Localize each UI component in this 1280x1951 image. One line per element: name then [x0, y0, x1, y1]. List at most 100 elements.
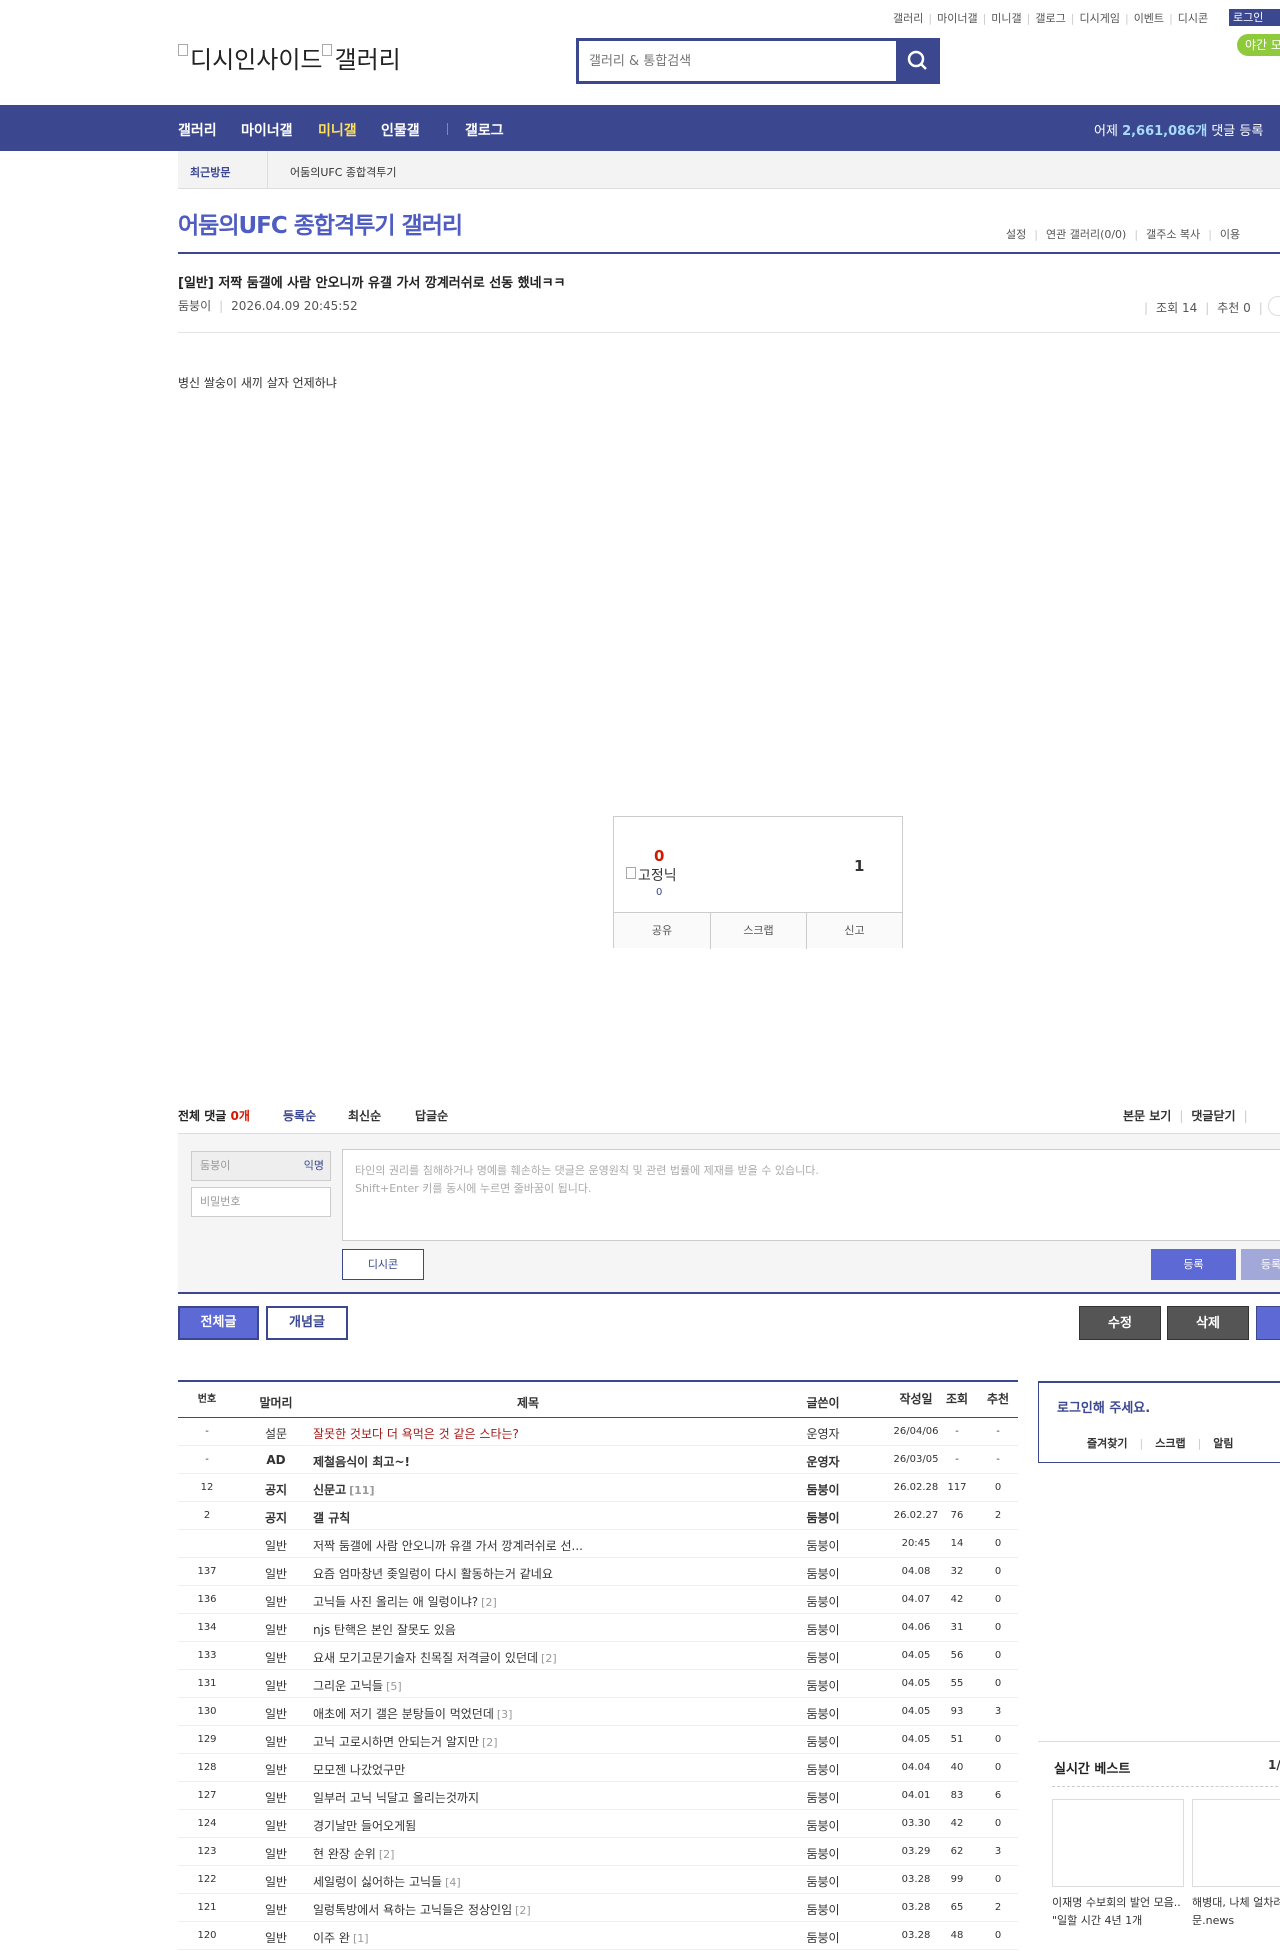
recent-visit-label[interactable]: 최근방문 — [190, 164, 230, 180]
table-row[interactable]: 137 일반 요즘 엄마창년 좆일렁이 다시 활동하는거 같네요 둠붕이 04.08 32… — [178, 1558, 1018, 1586]
table-row[interactable]: 123 일반 현 완장 순위 [2] 둠붕이 03.29 62 3 — [178, 1838, 1018, 1866]
related-gallery-link[interactable]: 연관 갤러리(0/0) — [1046, 228, 1126, 241]
table-row[interactable]: 133 일반 요새 모기고문기술자 친목질 저격글이 있던데 [2] 둠붕이 04.05 5… — [178, 1642, 1018, 1670]
table-row[interactable]: 131 일반 그리운 고닉들 [5] 둠붕이 04.05 55 0 — [178, 1670, 1018, 1698]
post-author[interactable]: 둠붕이 — [178, 299, 211, 313]
nav-mini-gallery[interactable]: 미니갤 — [318, 120, 357, 140]
recommend-down-count[interactable]: 1 — [854, 857, 864, 875]
reply-count[interactable]: [2] — [482, 1736, 498, 1749]
sort-newest[interactable]: 최신순 — [348, 1107, 381, 1124]
login-panel-title[interactable]: 로그인해 주세요. — [1057, 1397, 1150, 1416]
post-title-link[interactable]: 세일렁이 싫어하는 고닉들 [4] — [313, 1873, 461, 1890]
post-title-link[interactable]: 애초에 저기 갤은 분탕들이 먹었던데 [3] — [313, 1705, 512, 1722]
post-title-link[interactable]: 현 완장 순위 [2] — [313, 1845, 394, 1862]
recent-visit-item[interactable]: 어둠의UFC 종합격투기 — [290, 164, 397, 180]
table-row[interactable]: 129 일반 고닉 고로시하면 안되는거 알지만 [2] 둠붕이 04.05 51 0 — [178, 1726, 1018, 1754]
reply-count[interactable]: [2] — [541, 1652, 557, 1665]
table-row[interactable]: 127 일반 일부러 고닉 닉달고 올리는것까지 둠붕이 04.01 83 6 — [178, 1782, 1018, 1810]
table-row[interactable]: 12 공지 신문고 [11] 둠붕이 26.02.28 117 0 — [178, 1474, 1018, 1502]
reply-count[interactable]: [11] — [349, 1484, 374, 1497]
nav-person-gallery[interactable]: 인물갤 — [381, 120, 420, 140]
search-input[interactable] — [579, 41, 895, 81]
comment-submit-reply-button[interactable]: 등록 — [1241, 1249, 1280, 1280]
copy-address-link[interactable]: 갤주소 복사 — [1146, 228, 1200, 241]
table-row[interactable]: 128 일반 모모젠 나갔었구만 둠붕이 04.04 40 0 — [178, 1754, 1018, 1782]
comment-submit-button[interactable]: 등록 — [1151, 1249, 1236, 1280]
login-button[interactable]: 로그인 — [1229, 9, 1280, 26]
close-comments-link[interactable]: 댓글닫기 — [1191, 1109, 1235, 1123]
post-title-link[interactable]: 일렁톡방에서 욕하는 고닉들은 정상인임 [2] — [313, 1901, 531, 1918]
dccon-button[interactable]: 디시콘 — [342, 1249, 424, 1280]
all-posts-button[interactable]: 전체글 — [178, 1306, 259, 1340]
post-title-link[interactable]: 일부러 고닉 닉달고 올리는것까지 — [313, 1789, 479, 1806]
post-title-link[interactable]: 갤 규칙 — [313, 1509, 350, 1526]
table-row[interactable]: 136 일반 고닉들 사진 올리는 애 일렁이냐? [2] 둠붕이 04.07 42 0 — [178, 1586, 1018, 1614]
write-button[interactable] — [1256, 1306, 1280, 1340]
top-link-gallog[interactable]: 갤로그 — [1035, 12, 1065, 25]
nav-gallog[interactable]: 갤로그 — [465, 120, 504, 140]
reply-count[interactable]: [2] — [515, 1904, 531, 1917]
best-thumbnail[interactable] — [1192, 1799, 1280, 1887]
scrap-link[interactable]: 스크랩 — [1155, 1437, 1185, 1450]
recommend-up-count[interactable]: 0 — [654, 847, 664, 865]
reply-count[interactable]: [1] — [353, 1932, 369, 1945]
usage-link[interactable]: 이용 — [1220, 228, 1240, 241]
notification-link[interactable]: 알림 — [1213, 1437, 1233, 1450]
post-title-link[interactable]: 그리운 고닉들 [5] — [313, 1677, 402, 1694]
favorites-link[interactable]: 즐겨찾기 — [1087, 1437, 1127, 1450]
post-title-link[interactable]: 요새 모기고문기술자 친목질 저격글이 있던데 [2] — [313, 1649, 557, 1666]
table-row[interactable]: 134 일반 njs 탄핵은 본인 잘못도 있음 둠붕이 04.06 31 0 — [178, 1614, 1018, 1642]
post-title-link[interactable]: 이주 완 [1] — [313, 1929, 369, 1946]
table-row[interactable]: - AD 제철음식이 최고~! 운영자 26/03/05- - — [178, 1446, 1018, 1474]
post-title-link[interactable]: 제철음식이 최고~! — [313, 1453, 410, 1470]
post-title-link[interactable]: 고닉 고로시하면 안되는거 알지만 [2] — [313, 1733, 498, 1750]
top-link-event[interactable]: 이벤트 — [1134, 12, 1164, 25]
table-row[interactable]: 121 일반 일렁톡방에서 욕하는 고닉들은 정상인임 [2] 둠붕이 03.28 65 2 — [178, 1894, 1018, 1922]
comment-password-field[interactable]: 비밀번호 — [191, 1187, 331, 1217]
table-row[interactable]: 122 일반 세일렁이 싫어하는 고닉들 [4] 둠붕이 03.28 99 0 — [178, 1866, 1018, 1894]
reply-count[interactable]: [2] — [481, 1596, 497, 1609]
top-link-gallery[interactable]: 갤러리 — [893, 12, 923, 25]
night-mode-button[interactable]: 야간 모드 — [1237, 34, 1280, 56]
reply-count[interactable]: [4] — [445, 1876, 461, 1889]
gallery-title[interactable]: 어둠의UFC 종합격투기 갤러리 — [178, 206, 463, 240]
table-row[interactable]: 124 일반 경기날만 들어오게됨 둠붕이 03.30 42 0 — [178, 1810, 1018, 1838]
site-logo[interactable]: 디시인사이드 갤러리 — [178, 40, 401, 75]
best-thumbnail[interactable] — [1052, 1799, 1184, 1887]
share-button[interactable]: 공유 — [614, 913, 710, 949]
view-body-link[interactable]: 본문 보기 — [1123, 1109, 1171, 1123]
reply-count[interactable]: [5] — [386, 1680, 402, 1693]
top-link-dcgame[interactable]: 디시게임 — [1079, 12, 1119, 25]
post-title-link[interactable]: 잘못한 것보다 더 욕먹은 것 같은 스타는? — [313, 1425, 519, 1442]
table-row[interactable]: 120 일반 이주 완 [1] 둠붕이 03.28 48 0 — [178, 1922, 1018, 1950]
top-link-mini[interactable]: 미니갤 — [991, 12, 1021, 25]
table-row[interactable]: - 설문 잘못한 것보다 더 욕먹은 것 같은 스타는? 운영자 26/04/06- - — [178, 1418, 1018, 1446]
scrap-button[interactable]: 스크랩 — [710, 913, 806, 949]
table-row[interactable]: 2 공지 갤 규칙 둠붕이 26.02.27 76 2 — [178, 1502, 1018, 1530]
sort-replies[interactable]: 답글순 — [415, 1107, 448, 1124]
top-link-dccon[interactable]: 디시콘 — [1178, 12, 1208, 25]
comment-name-field[interactable]: 둠붕이 익명 — [191, 1151, 331, 1181]
best-caption[interactable]: 이재명 수보회의 발언 모음.. "일할 시간 4년 1개 — [1052, 1894, 1184, 1930]
delete-button[interactable]: 삭제 — [1167, 1306, 1249, 1340]
post-title-link[interactable]: 저짝 둠갤에 사람 안오니까 유갤 가서 깡계러쉬로 선... — [313, 1537, 583, 1554]
comment-textarea[interactable]: 타인의 권리를 침해하거나 명예를 훼손하는 댓글은 운영원칙 및 관련 법률에… — [342, 1149, 1280, 1241]
search-button[interactable] — [896, 38, 940, 84]
report-button[interactable]: 신고 — [806, 913, 902, 949]
edit-button[interactable]: 수정 — [1079, 1306, 1161, 1340]
post-title-link[interactable]: 경기날만 들어오게됨 — [313, 1817, 416, 1834]
best-caption[interactable]: 해병대, 나체 얼차려 식고문.news — [1192, 1894, 1280, 1930]
nav-gallery[interactable]: 갤러리 — [178, 120, 217, 140]
gallery-settings-link[interactable]: 설정 — [1006, 228, 1026, 241]
reply-count[interactable]: [2] — [379, 1848, 395, 1861]
post-title-link[interactable]: njs 탄핵은 본인 잘못도 있음 — [313, 1621, 456, 1638]
reply-count[interactable]: [3] — [497, 1708, 513, 1721]
table-row[interactable]: 일반 저짝 둠갤에 사람 안오니까 유갤 가서 깡계러쉬로 선... 둠붕이 20:4… — [178, 1530, 1018, 1558]
post-title-link[interactable]: 모모젠 나갔었구만 — [313, 1761, 405, 1778]
post-title-link[interactable]: 신문고 [11] — [313, 1481, 375, 1498]
top-link-minor[interactable]: 마이너갤 — [937, 12, 977, 25]
sort-registered[interactable]: 등록순 — [283, 1107, 316, 1124]
nav-minor-gallery[interactable]: 마이너갤 — [241, 120, 293, 140]
table-row[interactable]: 130 일반 애초에 저기 갤은 분탕들이 먹었던데 [3] 둠붕이 04.05 93 3 — [178, 1698, 1018, 1726]
post-title-link[interactable]: 요즘 엄마창년 좆일렁이 다시 활동하는거 같네요 — [313, 1565, 553, 1582]
